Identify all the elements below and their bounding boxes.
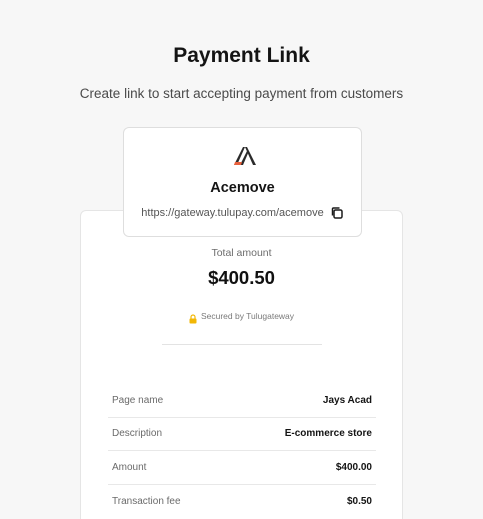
payment-link-page: Payment Link Create link to start accept… [0,0,483,519]
detail-value: Jays Acad [322,394,372,406]
page-title: Payment Link [173,44,310,67]
detail-label: Description [112,428,163,440]
detail-label: Amount [112,461,147,473]
merchant-card: Acemove https://gateway.tulupay.com/acem… [123,127,362,237]
detail-value: $0.50 [346,495,372,507]
secured-badge: Secured by Tulugateway [80,311,403,324]
merchant-name: Acemove [210,180,275,196]
payment-link-row: https://gateway.tulupay.com/acemove [124,206,361,220]
page-subtitle: Create link to start accepting payment f… [79,86,404,101]
detail-row-description: Description E-commerce store [108,418,376,451]
lock-icon [189,311,197,324]
total-amount-label: Total amount [211,247,272,259]
details-list: Page name Jays Acad Description E-commer… [108,384,376,518]
detail-label: Page name [112,394,164,406]
payment-link-url[interactable]: https://gateway.tulupay.com/acemove [141,207,323,219]
detail-row-amount: Amount $400.00 [108,451,376,485]
detail-row-page-name: Page name Jays Acad [108,384,376,418]
divider [162,344,322,345]
copy-icon[interactable] [330,206,344,220]
detail-value: E-commerce store [284,428,372,440]
detail-value: $400.00 [335,461,372,473]
acemove-logo-icon [233,145,257,165]
secured-text: Secured by Tulugateway [200,311,295,321]
total-amount-value: $400.50 [208,267,275,288]
detail-row-transaction-fee: Transaction fee $0.50 [108,485,376,519]
detail-label: Transaction fee [112,495,181,507]
